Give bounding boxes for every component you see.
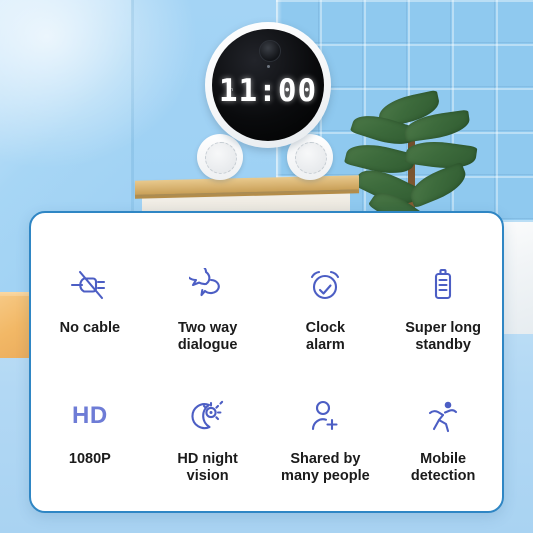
feature-rows: No cable Two way dialogue xyxy=(31,259,502,485)
feature-label: Mobile detection xyxy=(411,451,475,485)
plant-leaf xyxy=(405,137,478,172)
feature-label: Two way dialogue xyxy=(178,320,238,354)
feature-shared-by-many-people[interactable]: Shared by many people xyxy=(267,390,385,485)
feature-label: No cable xyxy=(60,320,120,337)
feature-card: No cable Two way dialogue xyxy=(29,211,504,513)
no-cable-icon xyxy=(68,259,112,311)
feature-1080p[interactable]: HD 1080P xyxy=(31,390,149,485)
feature-row-1: No cable Two way dialogue xyxy=(31,259,502,354)
feature-label: Clock alarm xyxy=(306,320,346,354)
feature-clock-alarm[interactable]: Clock alarm xyxy=(267,259,385,354)
feature-label: HD night vision xyxy=(177,451,237,485)
speaker-foot-left-inner xyxy=(205,142,237,174)
two-way-dialogue-icon xyxy=(189,259,227,311)
clock-time-display: 11:00 xyxy=(212,73,324,109)
feature-label: Super long standby xyxy=(405,320,481,354)
feature-two-way-dialogue[interactable]: Two way dialogue xyxy=(149,259,267,354)
smart-alarm-clock-camera: hn 11:00 xyxy=(195,22,335,192)
feature-row-2: HD 1080P xyxy=(31,390,502,485)
feature-no-cable[interactable]: No cable xyxy=(31,259,149,354)
hd-icon: HD xyxy=(72,390,108,442)
device-bezel: hn 11:00 xyxy=(205,22,331,148)
background-light-glow xyxy=(0,0,210,180)
motion-detection-icon xyxy=(426,390,460,442)
speaker-foot-right-inner xyxy=(295,142,327,174)
hd-icon-label: HD xyxy=(72,402,108,430)
product-promo-image: hn 11:00 xyxy=(0,0,533,533)
feature-label: 1080P xyxy=(69,451,111,468)
feature-label: Shared by many people xyxy=(281,451,370,485)
status-led-icon xyxy=(267,65,270,68)
device-screen: hn 11:00 xyxy=(212,29,324,141)
camera-lens-icon xyxy=(259,40,281,62)
add-person-icon xyxy=(308,390,342,442)
feature-super-long-standby[interactable]: Super long standby xyxy=(384,259,502,354)
clock-alarm-icon xyxy=(307,259,343,311)
battery-icon xyxy=(430,259,456,311)
plant-leaf xyxy=(405,162,470,209)
feature-mobile-detection[interactable]: Mobile detection xyxy=(384,390,502,485)
speaker-foot-left-icon xyxy=(197,134,243,180)
night-vision-icon xyxy=(189,390,227,442)
feature-hd-night-vision[interactable]: HD night vision xyxy=(149,390,267,485)
